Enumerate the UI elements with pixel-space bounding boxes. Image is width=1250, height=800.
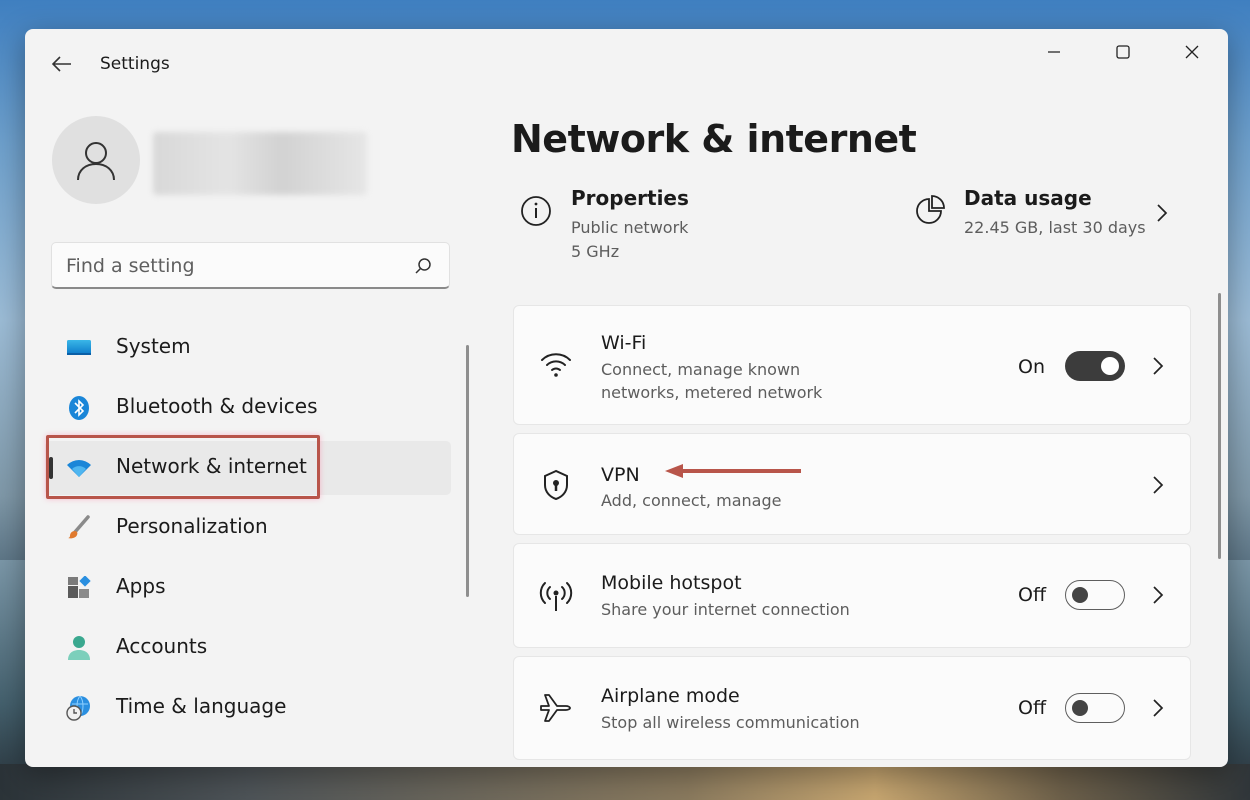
network-type: Public network	[571, 218, 689, 237]
minimize-icon	[1048, 51, 1060, 53]
settings-window: Settings System	[25, 29, 1228, 767]
toggle-knob	[1072, 587, 1088, 603]
back-arrow-icon	[52, 56, 71, 72]
sidebar-item-label: Bluetooth & devices	[116, 394, 318, 418]
wifi-icon	[65, 455, 93, 481]
accounts-icon	[65, 635, 93, 661]
sidebar-item-bluetooth[interactable]: Bluetooth & devices	[45, 381, 451, 435]
card-desc: networks, metered network	[601, 383, 823, 402]
properties-heading: Properties	[571, 186, 689, 210]
shield-icon	[538, 467, 574, 503]
username-blurred	[153, 132, 367, 195]
wifi-toggle[interactable]	[1065, 351, 1125, 381]
brush-icon	[65, 515, 93, 541]
hotspot-icon	[538, 578, 574, 614]
card-desc: Connect, manage known	[601, 360, 801, 379]
minimize-button[interactable]	[1031, 37, 1077, 67]
main-scrollbar[interactable]	[1218, 293, 1221, 559]
card-title: Wi-Fi	[601, 332, 647, 354]
chevron-right-icon	[1157, 204, 1168, 222]
data-usage-heading: Data usage	[964, 186, 1092, 210]
sidebar-item-label: System	[116, 334, 191, 358]
card-desc: Add, connect, manage	[601, 491, 782, 510]
sidebar-item-accounts[interactable]: Accounts	[45, 621, 451, 675]
data-usage-detail: 22.45 GB, last 30 days	[964, 218, 1146, 237]
search-box[interactable]	[51, 242, 450, 289]
data-usage-link[interactable]: Data usage 22.45 GB, last 30 days	[912, 184, 1192, 244]
avatar[interactable]	[52, 116, 140, 204]
apps-icon	[65, 575, 93, 601]
card-title: VPN	[601, 464, 640, 486]
maximize-icon	[1116, 45, 1130, 59]
back-button[interactable]	[47, 49, 77, 79]
wifi-icon	[538, 346, 574, 382]
info-icon	[521, 196, 551, 226]
toggle-knob	[1072, 700, 1088, 716]
properties-link[interactable]: Properties Public network 5 GHz	[519, 184, 899, 264]
pie-chart-icon	[916, 195, 945, 224]
chevron-right-icon	[1153, 586, 1164, 604]
card-desc: Share your internet connection	[601, 600, 850, 619]
sidebar-item-label: Time & language	[116, 694, 287, 718]
title-bar: Settings	[25, 29, 1228, 99]
hotspot-toggle[interactable]	[1065, 580, 1125, 610]
airplane-mode-card[interactable]: Airplane mode Stop all wireless communic…	[513, 656, 1191, 760]
annotation-arrow	[665, 464, 801, 478]
wifi-state-label: On	[1018, 356, 1045, 378]
sidebar-item-label: Accounts	[116, 634, 208, 658]
sidebar-scrollbar[interactable]	[466, 345, 469, 597]
sidebar-item-personalization[interactable]: Personalization	[45, 501, 451, 555]
chevron-right-icon	[1153, 476, 1164, 494]
airplane-toggle[interactable]	[1065, 693, 1125, 723]
sidebar-item-label: Apps	[116, 574, 166, 598]
card-desc: Stop all wireless communication	[601, 713, 860, 732]
chevron-right-icon	[1153, 357, 1164, 375]
window-title: Settings	[100, 54, 170, 74]
maximize-button[interactable]	[1100, 37, 1146, 67]
sidebar-item-label: Network & internet	[116, 454, 307, 478]
network-band: 5 GHz	[571, 242, 620, 261]
bluetooth-icon	[65, 395, 93, 421]
sidebar-item-label: Personalization	[116, 514, 268, 538]
hotspot-state-label: Off	[1018, 584, 1047, 606]
wifi-card[interactable]: Wi-Fi Connect, manage known networks, me…	[513, 305, 1191, 425]
chevron-right-icon	[1153, 699, 1164, 717]
selected-indicator	[49, 457, 53, 479]
mobile-hotspot-card[interactable]: Mobile hotspot Share your internet conne…	[513, 543, 1191, 648]
system-icon	[65, 335, 93, 361]
airplane-state-label: Off	[1018, 697, 1047, 719]
card-title: Mobile hotspot	[601, 572, 742, 594]
person-icon	[77, 142, 115, 181]
close-button[interactable]	[1169, 37, 1215, 67]
sidebar-item-network[interactable]: Network & internet	[45, 441, 451, 495]
globe-clock-icon	[65, 695, 93, 721]
sidebar-item-time-language[interactable]: Time & language	[45, 681, 451, 735]
card-title: Airplane mode	[601, 685, 740, 707]
search-input[interactable]	[66, 253, 406, 279]
desktop-background-bottom	[0, 764, 1250, 800]
sidebar-item-system[interactable]: System	[45, 321, 451, 375]
close-icon	[1185, 45, 1199, 59]
toggle-knob	[1101, 357, 1119, 375]
page-title: Network & internet	[511, 117, 917, 161]
sidebar-item-apps[interactable]: Apps	[45, 561, 451, 615]
vpn-card[interactable]: VPN Add, connect, manage	[513, 433, 1191, 535]
airplane-icon	[538, 690, 574, 726]
search-icon[interactable]	[413, 256, 433, 276]
